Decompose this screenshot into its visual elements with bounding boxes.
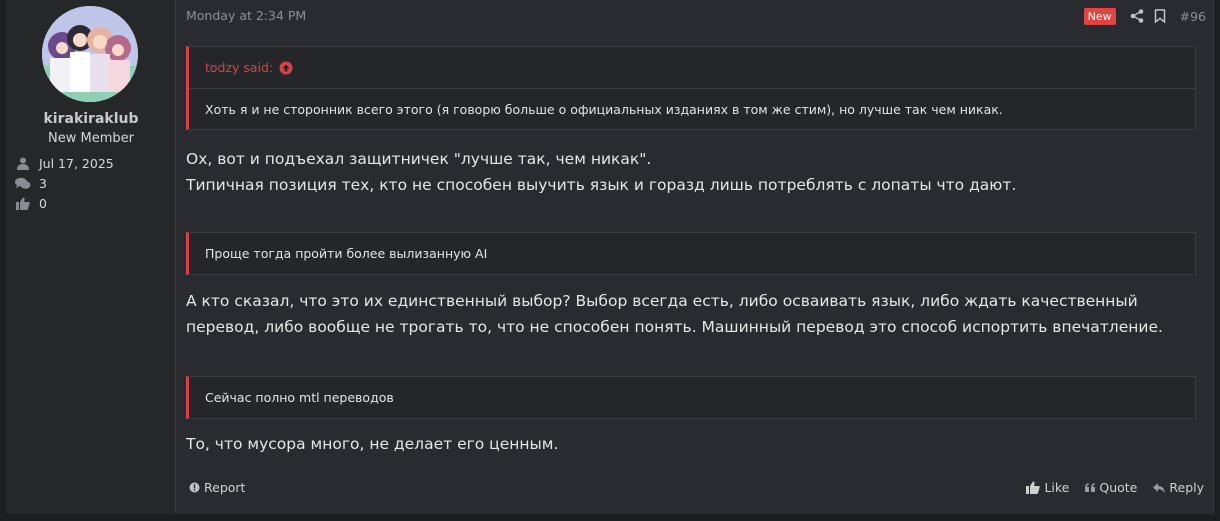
quote-block-2: Проще тогда пройти более вылизанную AI (186, 232, 1196, 275)
reply-label: Reply (1169, 480, 1204, 495)
quote-label: Quote (1099, 480, 1138, 495)
user-avatar[interactable] (42, 6, 138, 102)
reply-line: А кто сказал, что это их единственный вы… (186, 292, 1138, 310)
reply-paragraph-3: То, что мусора много, не делает его ценн… (186, 435, 559, 453)
reply-paragraph-2: А кто сказал, что это их единственный вы… (186, 288, 1206, 340)
post-number[interactable]: #96 (1180, 9, 1206, 24)
share-icon[interactable] (1130, 9, 1144, 23)
username[interactable]: kirakiraklub (6, 111, 176, 127)
post-time[interactable]: Monday at 2:34 PM (186, 8, 306, 23)
quote-block-1: todzy said: Хоть я и не сторонник всего … (186, 46, 1196, 130)
reply-paragraph-1: Ох, вот и подъехал защитничек "лучше так… (186, 146, 1206, 198)
comments-icon (15, 176, 31, 190)
user-icon (15, 156, 31, 170)
quote-block-3: Сейчас полно mtl переводов (186, 376, 1196, 419)
post-header-actions: New #96 (1083, 7, 1206, 25)
reply-icon (1153, 482, 1166, 493)
reply-line: перевод, либо вообще не трогать то, что … (186, 318, 1163, 336)
quote-text: Проще тогда пройти более вылизанную AI (205, 246, 488, 261)
like-button[interactable]: Like (1026, 480, 1069, 495)
quote-header: todzy said: (189, 47, 1195, 89)
message-count: 3 (39, 175, 47, 191)
reply-line: Ох, вот и подъехал защитничек "лучше так… (186, 150, 652, 168)
report-button[interactable]: Report (189, 480, 245, 495)
thumbs-up-icon (1026, 481, 1041, 494)
quote-author[interactable]: todzy said: (205, 60, 273, 75)
arrow-up-circle-icon[interactable] (279, 61, 293, 75)
reply-button[interactable]: Reply (1153, 480, 1204, 495)
quote-text: Сейчас полно mtl переводов (205, 390, 394, 405)
user-sidebar: kirakiraklub New Member Jul 17, 2025 3 0 (6, 0, 176, 514)
joined-date: Jul 17, 2025 (39, 155, 114, 171)
quote-button[interactable]: Quote (1085, 480, 1137, 495)
stat-reactions: 0 (15, 194, 47, 212)
post-footer: Report Like Quote Reply (186, 480, 1214, 500)
thumbs-up-icon (15, 196, 31, 210)
reaction-count: 0 (39, 195, 47, 211)
stat-joined: Jul 17, 2025 (15, 154, 114, 172)
message-post: kirakiraklub New Member Jul 17, 2025 3 0… (6, 0, 1214, 514)
quote-icon (1085, 483, 1096, 492)
quote-text: Хоть я и не сторонник всего этого (я гов… (205, 101, 1003, 117)
bookmark-icon[interactable] (1154, 9, 1168, 23)
warning-icon (189, 482, 200, 493)
post-actions: Like Quote Reply (1010, 480, 1204, 495)
reply-line: Типичная позиция тех, кто не способен вы… (186, 176, 1017, 194)
post-main: Monday at 2:34 PM New #96 todzy said: Хо… (186, 0, 1214, 514)
user-title: New Member (48, 131, 134, 146)
like-label: Like (1044, 480, 1070, 495)
stat-messages: 3 (15, 174, 47, 192)
report-label: Report (204, 480, 246, 495)
new-badge: New (1083, 7, 1116, 25)
